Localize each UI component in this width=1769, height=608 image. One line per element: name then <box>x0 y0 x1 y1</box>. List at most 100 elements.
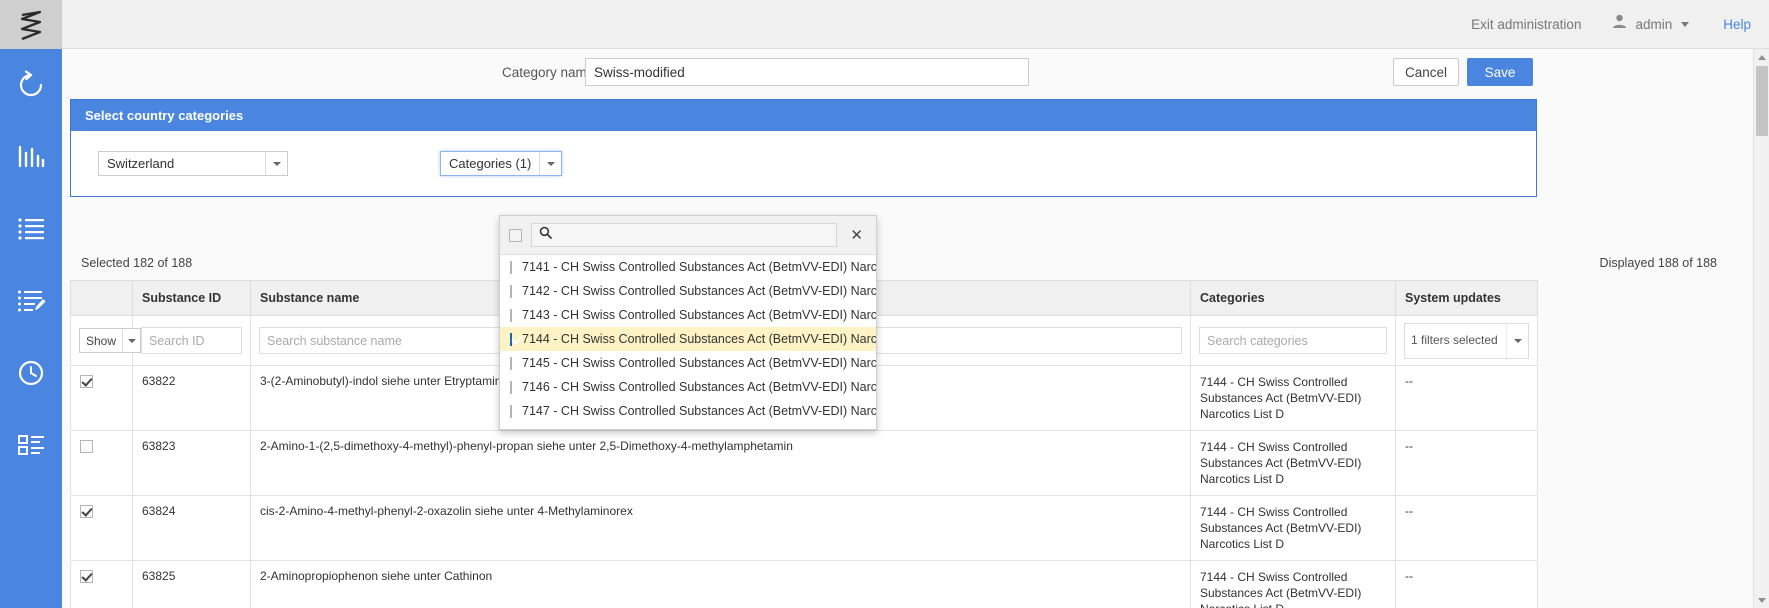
dropdown-searchbox[interactable] <box>531 223 837 247</box>
dropdown-item-label: 7145 - CH Swiss Controlled Substances Ac… <box>522 356 876 370</box>
row-checkbox[interactable] <box>80 375 93 388</box>
dropdown-item-checkbox[interactable] <box>510 381 512 394</box>
filter-system-updates-cell: 1 filters selected <box>1396 316 1538 366</box>
system-updates-filter-select[interactable]: 1 filters selected <box>1404 323 1529 359</box>
dropdown-item-checkbox[interactable] <box>510 333 512 346</box>
table-row[interactable]: 638232-Amino-1-(2,5-dimethoxy-4-methyl)-… <box>71 431 1538 496</box>
scrollbar-thumb[interactable] <box>1756 66 1768 136</box>
sidebar-item-refresh[interactable] <box>0 49 62 121</box>
dropdown-item[interactable]: 7145 - CH Swiss Controlled Substances Ac… <box>500 351 876 375</box>
select-all-checkbox[interactable] <box>509 229 522 242</box>
exit-administration-link[interactable]: Exit administration <box>1471 17 1581 32</box>
dropdown-item[interactable]: 7142 - CH Swiss Controlled Substances Ac… <box>500 279 876 303</box>
cell-categories: 7144 - CH Swiss Controlled Substances Ac… <box>1191 561 1396 608</box>
close-icon[interactable]: ✕ <box>846 228 867 243</box>
list-icon <box>16 216 46 242</box>
cell-system-updates: -- <box>1396 431 1538 496</box>
cell-substance-name: cis-2-Amino-4-methyl-phenyl-2-oxazolin s… <box>251 496 1191 561</box>
country-select[interactable]: Switzerland <box>98 151 288 176</box>
row-select-cell <box>71 561 133 608</box>
sidebar-item-dashboard[interactable] <box>0 409 62 481</box>
column-header-categories: Categories <box>1191 281 1396 316</box>
dropdown-item[interactable]: 7144 - CH Swiss Controlled Substances Ac… <box>500 327 876 351</box>
scroll-up-arrow-icon[interactable] <box>1754 49 1769 65</box>
chevron-down-icon <box>539 152 561 175</box>
sidebar-item-clock[interactable] <box>0 337 62 409</box>
counts-row: Selected 182 of 188 Displayed 188 of 188 <box>62 256 1753 278</box>
page-scrollbar[interactable] <box>1753 49 1769 608</box>
row-select-cell <box>71 431 133 496</box>
help-link[interactable]: Help <box>1723 17 1751 32</box>
dropdown-item-label: 7142 - CH Swiss Controlled Substances Ac… <box>522 284 876 298</box>
cancel-button[interactable]: Cancel <box>1393 58 1459 86</box>
cell-system-updates: -- <box>1396 366 1538 431</box>
person-icon <box>1611 13 1628 35</box>
displayed-count-label: Displayed 188 of 188 <box>1600 256 1717 270</box>
topbar: Exit administration admin Help <box>62 0 1769 49</box>
cell-substance-id: 63824 <box>133 496 251 561</box>
dropdown-item[interactable]: 7146 - CH Swiss Controlled Substances Ac… <box>500 375 876 399</box>
table-row[interactable]: 63824cis-2-Amino-4-methyl-phenyl-2-oxazo… <box>71 496 1538 561</box>
row-select-cell <box>71 496 133 561</box>
chevron-down-icon <box>265 152 287 175</box>
save-button[interactable]: Save <box>1467 58 1533 86</box>
dropdown-item-checkbox[interactable] <box>510 405 512 418</box>
categories-select[interactable]: Categories (1) <box>440 151 562 176</box>
dropdown-item-checkbox[interactable] <box>510 261 512 274</box>
row-checkbox[interactable] <box>80 505 93 518</box>
dropdown-item-checkbox[interactable] <box>510 285 512 298</box>
categories-select-value: Categories (1) <box>441 152 539 175</box>
list-edit-icon <box>16 288 46 314</box>
sidebar-item-charts[interactable] <box>0 121 62 193</box>
dropdown-item[interactable]: 7141 - CH Swiss Controlled Substances Ac… <box>500 255 876 279</box>
row-select-cell <box>71 366 133 431</box>
selected-count-label: Selected 182 of 188 <box>81 256 192 270</box>
panel-title: Select country categories <box>71 100 1536 131</box>
category-name-label: Category name <box>502 65 594 80</box>
user-menu[interactable]: admin <box>1611 13 1689 35</box>
cell-system-updates: -- <box>1396 496 1538 561</box>
categories-dropdown: ✕ 7141 - CH Swiss Controlled Substances … <box>499 215 877 430</box>
dropdown-item[interactable]: 7147 - CH Swiss Controlled Substances Ac… <box>500 399 876 423</box>
dropdown-item-label: 7146 - CH Swiss Controlled Substances Ac… <box>522 380 876 394</box>
dropdown-item[interactable]: 7143 - CH Swiss Controlled Substances Ac… <box>500 303 876 327</box>
table-row[interactable]: 638252-Aminopropiophenon siehe unter Cat… <box>71 561 1538 608</box>
category-name-input[interactable] <box>585 58 1029 86</box>
sidebar-item-list-edit[interactable] <box>0 265 62 337</box>
column-header-system-updates: System updates <box>1396 281 1538 316</box>
search-icon <box>539 226 552 244</box>
sidebar-item-list[interactable] <box>0 193 62 265</box>
search-categories-input[interactable] <box>1199 327 1387 354</box>
chevron-down-icon <box>122 329 140 352</box>
row-checkbox[interactable] <box>80 440 93 453</box>
scroll-down-arrow-icon[interactable] <box>1754 592 1769 608</box>
chevron-down-icon <box>1506 324 1528 358</box>
cell-categories: 7144 - CH Swiss Controlled Substances Ac… <box>1191 496 1396 561</box>
cell-categories: 7144 - CH Swiss Controlled Substances Ac… <box>1191 366 1396 431</box>
dashboard-icon <box>16 433 46 457</box>
dropdown-item-checkbox[interactable] <box>510 357 512 370</box>
panel-body: Switzerland Categories (1) <box>71 131 1536 196</box>
show-select[interactable]: Show <box>79 328 141 353</box>
dropdown-item-list: 7141 - CH Swiss Controlled Substances Ac… <box>500 255 876 423</box>
dropdown-search-input[interactable] <box>558 227 829 243</box>
dropdown-search-row: ✕ <box>500 216 876 255</box>
cell-substance-id: 63822 <box>133 366 251 431</box>
row-checkbox[interactable] <box>80 570 93 583</box>
sidebar <box>0 0 62 608</box>
cell-substance-name: 2-Aminopropiophenon siehe unter Cathinon <box>251 561 1191 608</box>
country-select-value: Switzerland <box>99 152 265 175</box>
cell-system-updates: -- <box>1396 561 1538 608</box>
content-area: Category name Cancel Save Select country… <box>62 49 1753 608</box>
app-logo[interactable] <box>0 0 62 49</box>
category-form-row: Category name Cancel Save <box>62 49 1753 95</box>
dropdown-item-checkbox[interactable] <box>510 309 512 322</box>
dropdown-item-label: 7147 - CH Swiss Controlled Substances Ac… <box>522 404 876 418</box>
dropdown-item-label: 7141 - CH Swiss Controlled Substances Ac… <box>522 260 876 274</box>
column-header-select <box>71 281 133 316</box>
cell-categories: 7144 - CH Swiss Controlled Substances Ac… <box>1191 431 1396 496</box>
cell-substance-id: 63823 <box>133 431 251 496</box>
filter-show-cell: Show <box>71 316 133 366</box>
search-id-input[interactable] <box>141 327 242 354</box>
cell-substance-id: 63825 <box>133 561 251 608</box>
